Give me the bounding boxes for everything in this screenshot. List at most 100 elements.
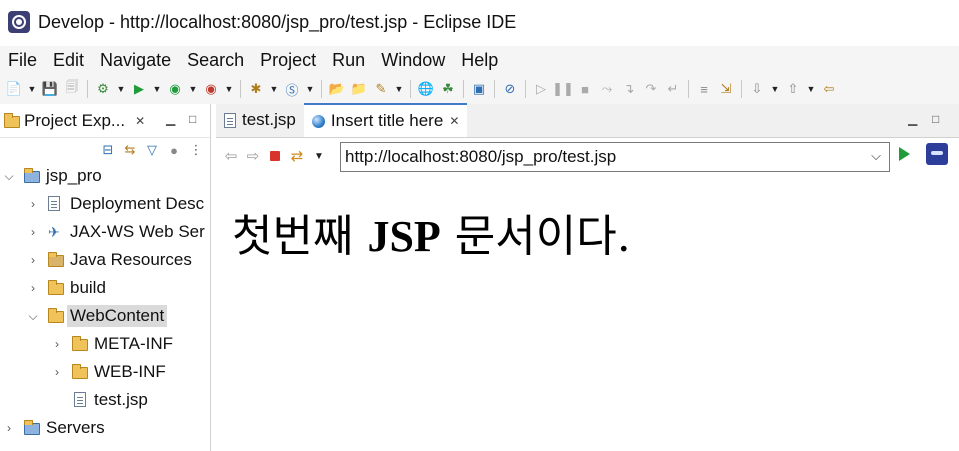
folder-icon bbox=[72, 364, 90, 380]
skip-breakpoints-icon[interactable]: ⊘ bbox=[500, 79, 520, 99]
step-return-icon[interactable]: ↵ bbox=[663, 79, 683, 99]
chevron-right-icon[interactable]: › bbox=[26, 197, 40, 211]
chevron-down-icon[interactable]: ▼ bbox=[308, 145, 330, 167]
maximize-icon[interactable]: □ bbox=[932, 112, 939, 126]
run-icon[interactable]: ▶ bbox=[129, 79, 149, 99]
terminate-icon[interactable]: ■ bbox=[575, 79, 595, 99]
folder-icon bbox=[72, 336, 90, 352]
menu-window[interactable]: Window bbox=[373, 46, 453, 74]
chevron-right-icon[interactable]: › bbox=[26, 225, 40, 239]
profile-icon[interactable]: ☘ bbox=[438, 79, 458, 99]
step-into-icon[interactable]: ↴ bbox=[619, 79, 639, 99]
tree-item-build[interactable]: › build bbox=[0, 274, 210, 302]
next-edit-dropdown-icon[interactable]: ▼ bbox=[769, 79, 781, 99]
link-editor-icon[interactable]: ⇆ bbox=[122, 142, 138, 158]
chevron-right-icon[interactable]: › bbox=[50, 337, 64, 351]
next-annotation-icon[interactable]: ⇲ bbox=[716, 79, 736, 99]
minimize-icon[interactable]: ▁ bbox=[166, 112, 175, 126]
menu-search[interactable]: Search bbox=[179, 46, 252, 74]
new-icon[interactable]: 📄 bbox=[4, 79, 24, 99]
run-server-dropdown-icon[interactable]: ▼ bbox=[187, 79, 199, 99]
back-arrow-icon[interactable]: ⇦ bbox=[220, 145, 242, 167]
save-icon[interactable]: 💾 bbox=[40, 79, 60, 99]
maximize-icon[interactable]: □ bbox=[189, 112, 196, 126]
forward-arrow-icon[interactable]: ⇨ bbox=[242, 145, 264, 167]
new-dropdown-icon[interactable]: ▼ bbox=[26, 79, 38, 99]
project-explorer-icon bbox=[4, 113, 20, 128]
new-class-dropdown-icon[interactable]: ▼ bbox=[304, 79, 316, 99]
chevron-right-icon[interactable]: › bbox=[26, 281, 40, 295]
tab-label: Insert title here bbox=[330, 111, 444, 130]
folder-icon bbox=[48, 280, 66, 296]
next-edit-icon[interactable]: ⇩ bbox=[747, 79, 767, 99]
url-input[interactable]: http://localhost:8080/jsp_pro/test.jsp ⌵ bbox=[340, 142, 890, 172]
close-icon[interactable]: ✕ bbox=[135, 114, 145, 128]
editor-tabbar: test.jsp Insert title here ✕ ▁ □ bbox=[216, 103, 959, 138]
open-folder-icon[interactable]: 📁 bbox=[349, 79, 369, 99]
chevron-right-icon[interactable]: › bbox=[50, 365, 64, 379]
tree-item-web-inf[interactable]: › WEB-INF bbox=[0, 358, 210, 386]
debug-icon[interactable]: ⚙ bbox=[93, 79, 113, 99]
suspend-icon[interactable]: ❚❚ bbox=[552, 79, 574, 99]
tree-item-java-resources[interactable]: › Java Resources bbox=[0, 246, 210, 274]
toolbar-separator bbox=[741, 80, 742, 98]
minimize-icon[interactable]: ▁ bbox=[908, 112, 917, 126]
tab-project-explorer[interactable]: Project Exp... ✕ bbox=[0, 104, 145, 138]
view-menu-icon[interactable]: ⋮ bbox=[188, 142, 204, 158]
stop-icon[interactable] bbox=[264, 145, 286, 167]
chevron-right-icon[interactable]: › bbox=[2, 421, 16, 435]
prev-edit-icon[interactable]: ⇧ bbox=[783, 79, 803, 99]
chevron-down-icon[interactable]: ⌵ bbox=[871, 148, 881, 164]
menu-run[interactable]: Run bbox=[324, 46, 373, 74]
web-browser-icon[interactable]: 🌐 bbox=[416, 79, 436, 99]
search-tool-dropdown-icon[interactable]: ▼ bbox=[393, 79, 405, 99]
resume-icon[interactable]: ▷ bbox=[531, 79, 551, 99]
save-all-icon[interactable]: 🗐 bbox=[62, 79, 82, 99]
prev-edit-dropdown-icon[interactable]: ▼ bbox=[805, 79, 817, 99]
tree-item-servers[interactable]: › Servers bbox=[0, 414, 210, 442]
menu-edit[interactable]: Edit bbox=[45, 46, 92, 74]
search-tool-icon[interactable]: ✎ bbox=[371, 79, 391, 99]
external-browser-icon[interactable] bbox=[926, 143, 948, 165]
tree-item-jaxws[interactable]: › ✈ JAX-WS Web Ser bbox=[0, 218, 210, 246]
tree-item-meta-inf[interactable]: › META-INF bbox=[0, 330, 210, 358]
menu-help[interactable]: Help bbox=[453, 46, 506, 74]
tree-item-deployment-descriptor[interactable]: › Deployment Desc bbox=[0, 190, 210, 218]
go-icon[interactable] bbox=[899, 147, 910, 161]
external-tools-dropdown-icon[interactable]: ▼ bbox=[223, 79, 235, 99]
step-over-icon[interactable]: ↷ bbox=[641, 79, 661, 99]
chevron-down-icon[interactable]: ⌵ bbox=[2, 169, 16, 184]
collapse-all-icon[interactable]: ⊟ bbox=[100, 142, 116, 158]
toolbar-separator bbox=[321, 80, 322, 98]
debug-dropdown-icon[interactable]: ▼ bbox=[115, 79, 127, 99]
chevron-down-icon[interactable]: ⌵ bbox=[26, 309, 40, 324]
title-bar: Develop - http://localhost:8080/jsp_pro/… bbox=[0, 0, 959, 44]
tab-test-jsp[interactable]: test.jsp bbox=[216, 103, 304, 137]
chevron-right-icon[interactable]: › bbox=[26, 253, 40, 267]
refresh-icon[interactable]: ⇄ bbox=[286, 145, 308, 167]
tree-item-test-jsp[interactable]: test.jsp bbox=[0, 386, 210, 414]
disconnect-icon[interactable]: ⤳ bbox=[597, 79, 617, 99]
menu-navigate[interactable]: Navigate bbox=[92, 46, 179, 74]
focus-icon[interactable]: ● bbox=[166, 142, 182, 158]
console-icon[interactable]: ▣ bbox=[469, 79, 489, 99]
back-icon[interactable]: ⇦ bbox=[819, 79, 839, 99]
tree-item-jsp-pro[interactable]: ⌵ jsp_pro bbox=[0, 162, 210, 190]
filter-icon[interactable]: ▽ bbox=[144, 142, 160, 158]
jsp-file-icon bbox=[224, 112, 236, 128]
run-server-icon[interactable]: ◉ bbox=[165, 79, 185, 99]
menu-file[interactable]: File bbox=[0, 46, 45, 74]
eclipse-logo-icon bbox=[8, 11, 30, 33]
open-type-icon[interactable]: 📂 bbox=[327, 79, 347, 99]
tree-item-webcontent[interactable]: ⌵ WebContent bbox=[0, 302, 210, 330]
run-dropdown-icon[interactable]: ▼ bbox=[151, 79, 163, 99]
tab-insert-title-here[interactable]: Insert title here ✕ bbox=[303, 103, 468, 137]
menu-project[interactable]: Project bbox=[252, 46, 324, 74]
new-class-icon[interactable]: Ⓢ bbox=[282, 79, 302, 99]
toggle-mark-icon[interactable]: ≡ bbox=[694, 79, 714, 99]
external-tools-icon[interactable]: ◉ bbox=[201, 79, 221, 99]
tree-item-label: build bbox=[70, 278, 106, 297]
new-project-icon[interactable]: ✱ bbox=[246, 79, 266, 99]
new-project-dropdown-icon[interactable]: ▼ bbox=[268, 79, 280, 99]
close-icon[interactable]: ✕ bbox=[449, 114, 459, 128]
